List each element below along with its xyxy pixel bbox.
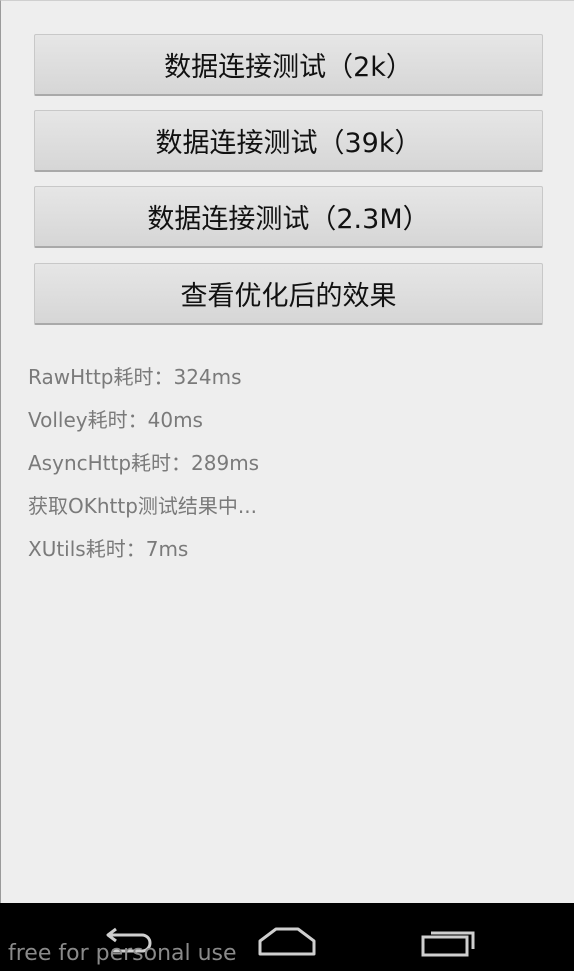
view-optimized-button[interactable]: 查看优化后的效果 (34, 263, 543, 325)
result-rawhttp: RawHttp耗时：324ms (28, 365, 242, 389)
back-icon[interactable] (98, 921, 162, 957)
recent-apps-icon[interactable] (417, 921, 481, 957)
result-volley: Volley耗时：40ms (28, 408, 203, 432)
home-icon[interactable] (255, 921, 319, 957)
results-list: RawHttp耗时：324ms Volley耗时：40ms AsyncHttp耗… (28, 363, 259, 578)
test-2k-button[interactable]: 数据连接测试（2k） (34, 34, 543, 96)
app-screen: 数据连接测试（2k） 数据连接测试（39k） 数据连接测试（2.3M） 查看优化… (0, 0, 574, 903)
result-okhttp: 获取OKhttp测试结果中... (28, 494, 257, 518)
result-asynchttp: AsyncHttp耗时：289ms (28, 451, 260, 475)
navigation-bar (0, 903, 574, 971)
test-2-3m-button[interactable]: 数据连接测试（2.3M） (34, 186, 543, 248)
result-xutils: XUtils耗时：7ms (28, 537, 189, 561)
test-39k-button[interactable]: 数据连接测试（39k） (34, 110, 543, 172)
